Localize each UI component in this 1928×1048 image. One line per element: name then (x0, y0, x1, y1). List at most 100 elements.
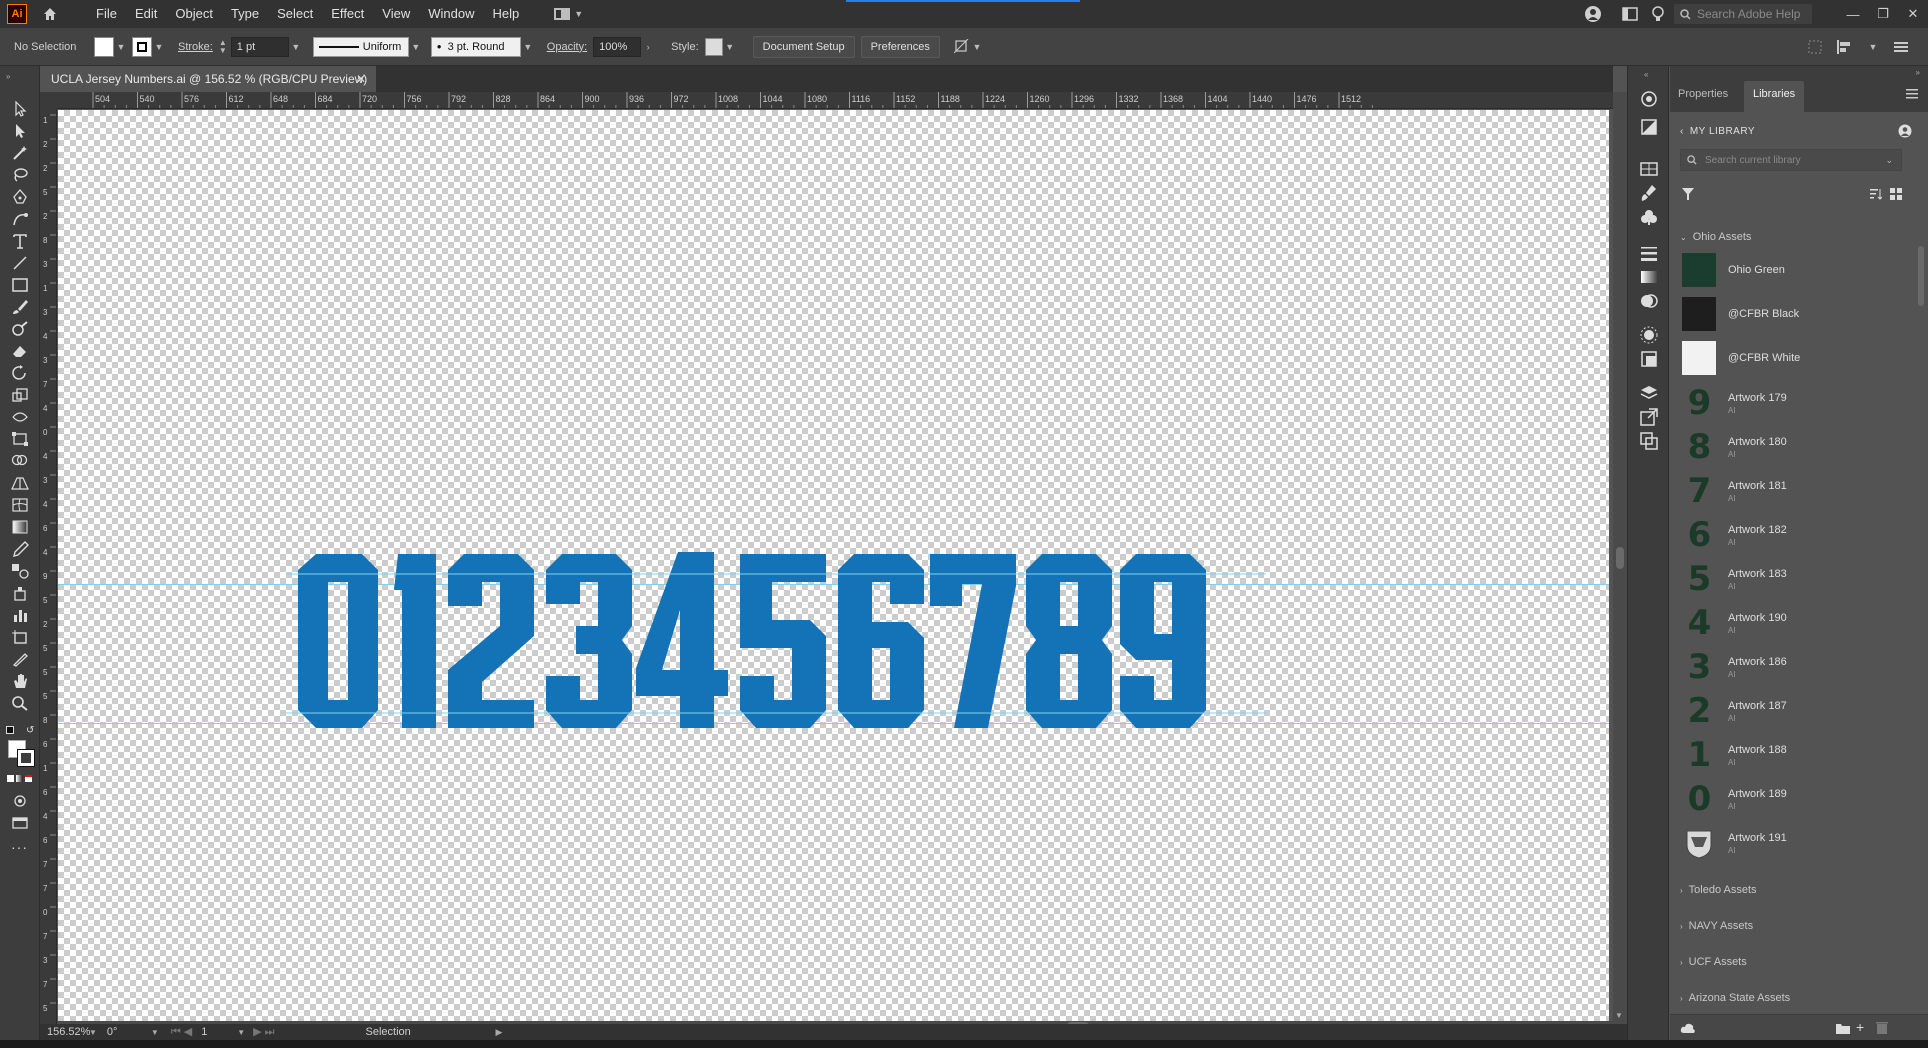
chevron-down-icon[interactable]: ▼ (151, 1028, 159, 1037)
scroll-down-icon[interactable]: ▼ (1615, 1011, 1623, 1020)
zoom-tool-icon[interactable] (11, 695, 29, 711)
account-icon[interactable] (1584, 5, 1602, 23)
library-name[interactable]: MY LIBRARY (1690, 126, 1755, 137)
swatches-icon[interactable] (1640, 160, 1658, 178)
library-artwork-item[interactable]: 3 Artwork 186 AI (1682, 648, 1912, 686)
stroke-weight-field[interactable]: 1 pt (230, 36, 289, 57)
library-artwork-item[interactable]: 4 Artwork 190 AI (1682, 604, 1912, 642)
home-icon[interactable] (39, 3, 61, 25)
chevron-down-icon[interactable]: ▼ (1866, 42, 1880, 52)
stroke-swatch[interactable] (132, 36, 152, 57)
direct-selection-tool-icon[interactable] (11, 123, 29, 139)
chevron-down-icon[interactable]: ▼ (409, 42, 423, 52)
isolate-icon[interactable] (1808, 40, 1822, 54)
chevron-down-icon[interactable]: ▼ (152, 42, 166, 52)
chevron-down-icon[interactable]: ▼ (237, 1028, 245, 1037)
blend-tool-icon[interactable] (11, 563, 29, 579)
brushes-icon[interactable] (1640, 184, 1658, 202)
chevron-down-icon[interactable]: ▼ (723, 42, 737, 52)
lasso-tool-icon[interactable] (11, 167, 29, 183)
lightbulb-icon[interactable] (1652, 6, 1664, 22)
library-color-item[interactable]: Ohio Green (1682, 251, 1912, 289)
new-group-icon[interactable] (1836, 1022, 1850, 1034)
screen-mode-icon[interactable] (11, 815, 29, 831)
color-guide-icon[interactable] (1640, 118, 1658, 136)
menu-object[interactable]: Object (166, 0, 222, 28)
chevron-right-icon[interactable]: › (641, 42, 655, 52)
artboard-canvas[interactable] (58, 110, 1609, 1021)
group-arizona-state-assets[interactable]: › Arizona State Assets (1680, 992, 1790, 1004)
brush-definition[interactable]: ● 3 pt. Round (430, 36, 521, 57)
magic-wand-tool-icon[interactable] (11, 145, 29, 161)
chevron-down-icon[interactable]: ▼ (289, 42, 303, 52)
panel-menu-icon[interactable] (1894, 40, 1908, 54)
selection-tool-icon[interactable] (11, 100, 29, 117)
default-fill-stroke-icon[interactable] (6, 726, 14, 734)
horizontal-ruler[interactable]: 504 540 576 612 648 684 720 756 792 828 864 900 936 9… (57, 92, 1613, 109)
grid-view-icon[interactable] (1890, 188, 1902, 203)
jersey-numbers-artwork[interactable] (286, 550, 1266, 750)
graphic-styles-icon[interactable] (1640, 350, 1658, 368)
column-graph-tool-icon[interactable] (11, 607, 29, 623)
variable-width-profile[interactable]: Uniform (312, 36, 409, 57)
appearance-icon[interactable] (1640, 326, 1658, 344)
free-transform-tool-icon[interactable] (11, 431, 29, 447)
vertical-ruler[interactable]: 1 2 2 5 2 8 3 1 3 4 3 7 4 0 4 3 4 6 4 9 5 2 5 5 5 8 6 1 6 4 6 7 7 0 7 3 7 5 (40, 109, 57, 1024)
gradient-panel-icon[interactable] (1640, 268, 1658, 286)
menu-type[interactable]: Type (222, 0, 268, 28)
opacity-field[interactable]: 100% (593, 36, 642, 57)
mesh-tool-icon[interactable] (11, 497, 29, 513)
collapse-dock-icon[interactable]: « (1644, 70, 1648, 79)
library-color-item[interactable]: @CFBR Black (1682, 295, 1912, 333)
type-tool-icon[interactable] (11, 233, 29, 249)
menu-edit[interactable]: Edit (126, 0, 166, 28)
menu-view[interactable]: View (373, 0, 419, 28)
arrange-documents-icon[interactable] (1622, 7, 1638, 21)
gradient-tool-icon[interactable] (11, 519, 29, 535)
menu-effect[interactable]: Effect (322, 0, 373, 28)
search-adobe-help-input[interactable]: Search Adobe Help (1674, 4, 1812, 24)
menu-help[interactable]: Help (483, 0, 528, 28)
fill-swatch[interactable] (94, 36, 114, 57)
vertical-scroll-thumb[interactable] (1616, 547, 1624, 569)
paintbrush-tool-icon[interactable] (11, 299, 29, 315)
library-artwork-item[interactable]: Artwork 191 AI (1682, 824, 1912, 862)
rectangle-tool-icon[interactable] (11, 277, 29, 293)
shaper-tool-icon[interactable] (11, 321, 29, 337)
stroke-panel-icon[interactable] (1640, 244, 1658, 262)
artboard-nav-prev[interactable]: ⏮◀ (171, 1025, 195, 1039)
library-artwork-item[interactable]: 7 Artwork 181 AI (1682, 472, 1912, 510)
ruler-origin[interactable] (40, 92, 57, 109)
group-ucf-assets[interactable]: › UCF Assets (1680, 956, 1747, 968)
close-window-button[interactable]: ✕ (1898, 6, 1928, 22)
library-artwork-item[interactable]: 2 Artwork 187 AI (1682, 692, 1912, 730)
chevron-down-icon[interactable]: ▼ (89, 1028, 97, 1037)
rotation-value[interactable]: 0° (107, 1026, 151, 1038)
color-mode-buttons[interactable] (7, 775, 32, 782)
opacity-label[interactable]: Opacity: (547, 41, 587, 53)
width-tool-icon[interactable] (11, 409, 29, 425)
vertical-scrollbar[interactable]: ▼ (1613, 92, 1627, 1024)
library-artwork-item[interactable]: 0 Artwork 189 AI (1682, 780, 1912, 818)
scale-tool-icon[interactable] (11, 387, 29, 403)
collapse-panel-icon[interactable]: » (1916, 68, 1920, 77)
transparency-icon[interactable] (1640, 292, 1658, 310)
line-segment-tool-icon[interactable] (11, 255, 29, 271)
group-ohio-assets[interactable]: ⌄ Ohio Assets (1680, 231, 1751, 243)
library-artwork-item[interactable]: 5 Artwork 183 AI (1682, 560, 1912, 598)
chevron-down-icon[interactable]: ▼ (970, 42, 984, 52)
add-collaborator-icon[interactable] (1898, 124, 1912, 138)
rotate-tool-icon[interactable] (11, 365, 29, 381)
delete-icon[interactable] (1876, 1021, 1888, 1034)
sort-icon[interactable] (1870, 188, 1883, 203)
pen-tool-icon[interactable] (11, 189, 29, 205)
chevron-right-icon[interactable]: ▶ (496, 1027, 503, 1038)
close-tab-icon[interactable]: ✕ (356, 72, 366, 86)
workspace-switcher[interactable]: ▼ (554, 8, 583, 20)
hand-tool-icon[interactable] (11, 673, 29, 689)
stepper-icon[interactable]: ▲ ▼ (219, 38, 227, 55)
transform-icon[interactable] (953, 38, 970, 55)
swap-fill-stroke-icon[interactable]: ↺ (26, 725, 34, 736)
menu-select[interactable]: Select (268, 0, 322, 28)
library-color-item[interactable]: @CFBR White (1682, 339, 1912, 377)
